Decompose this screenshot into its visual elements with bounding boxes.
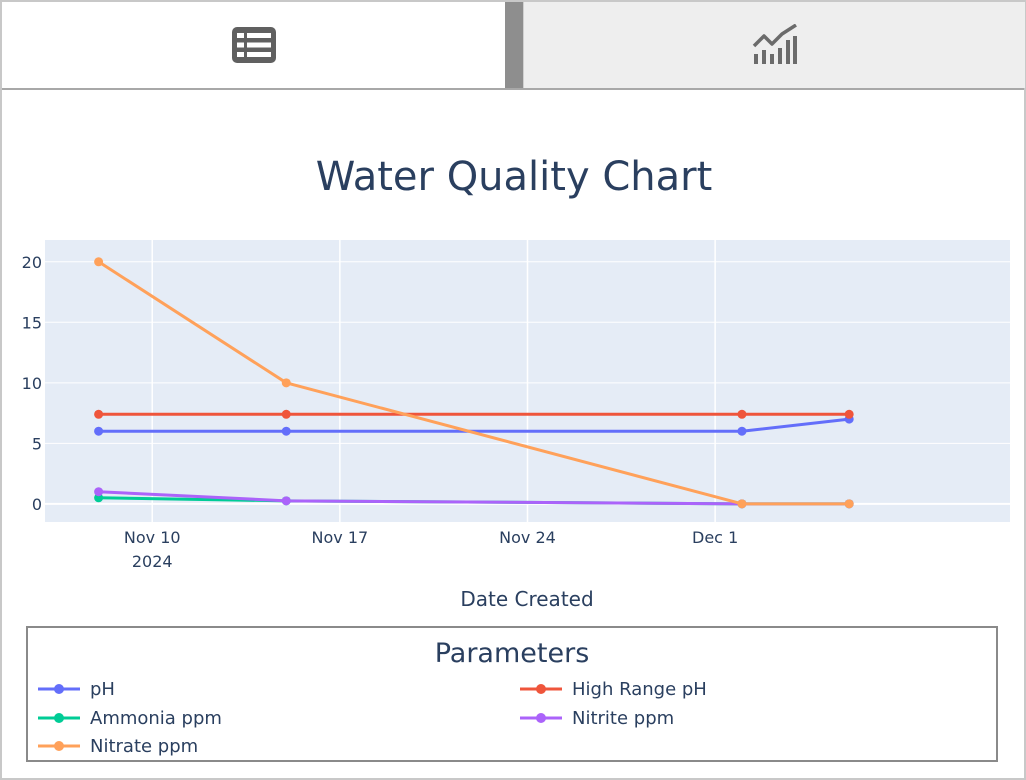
- table-icon: [231, 27, 276, 63]
- legend-title: Parameters: [434, 638, 590, 669]
- data-point-high-range-ph[interactable]: [281, 409, 291, 419]
- legend-swatch: [38, 713, 80, 723]
- tab-divider: [505, 2, 523, 88]
- data-point-ph[interactable]: [94, 426, 104, 436]
- legend-item-ammonia-ppm[interactable]: Ammonia ppm: [36, 705, 222, 731]
- data-point-nitrate-ppm[interactable]: [94, 257, 104, 267]
- x-axis-title: Date Created: [460, 587, 593, 611]
- chart-view-tab[interactable]: [523, 2, 1025, 88]
- data-point-nitrite-ppm[interactable]: [94, 487, 104, 497]
- water-quality-chart: Water Quality Chart 0 5 10 15 20 Nov 10 2024 No…: [22, 154, 1010, 611]
- legend-item-high-range-ph[interactable]: High Range pH: [518, 676, 707, 702]
- y-tick-label: 15: [22, 313, 42, 332]
- data-point-nitrate-ppm[interactable]: [737, 499, 747, 509]
- legend-label: High Range pH: [572, 678, 707, 700]
- data-point-nitrate-ppm[interactable]: [281, 378, 291, 388]
- legend-label: pH: [90, 678, 115, 700]
- app-frame: Water Quality Chart 0 5 10 15 20 Nov 10 2024 No…: [0, 0, 1026, 780]
- y-tick-label: 20: [22, 253, 42, 272]
- y-tick-label: 5: [32, 434, 42, 453]
- legend: Parameters pH High Range pH Ammonia ppm Nit…: [26, 626, 998, 762]
- table-view-tab[interactable]: [2, 2, 505, 88]
- legend-label: Nitrite ppm: [572, 707, 675, 729]
- legend-item-ph[interactable]: pH: [36, 676, 115, 702]
- y-tick-label: 0: [32, 495, 42, 514]
- data-point-ph[interactable]: [281, 426, 291, 436]
- legend-swatch: [38, 741, 80, 751]
- chart-title: Water Quality Chart: [316, 154, 713, 200]
- legend-label: Ammonia ppm: [90, 707, 222, 729]
- data-point-nitrate-ppm[interactable]: [844, 499, 854, 509]
- y-tick-label: 10: [22, 374, 42, 393]
- legend-label: Nitrate ppm: [90, 735, 199, 757]
- legend-swatch: [38, 684, 80, 694]
- x-tick-label: Nov 24: [499, 528, 556, 547]
- chart-panel: Water Quality Chart 0 5 10 15 20 Nov 10 2024 No…: [2, 90, 1024, 778]
- data-point-high-range-ph[interactable]: [94, 409, 104, 419]
- line-chart-icon: [752, 24, 797, 64]
- data-point-nitrite-ppm[interactable]: [281, 496, 291, 506]
- legend-item-nitrate-ppm[interactable]: Nitrate ppm: [36, 733, 198, 759]
- data-point-high-range-ph[interactable]: [737, 409, 747, 419]
- legend-item-nitrite-ppm[interactable]: Nitrite ppm: [518, 705, 674, 731]
- legend-swatch: [520, 713, 562, 723]
- x-tick-year-label: 2024: [132, 552, 173, 571]
- x-tick-label: Nov 17: [312, 528, 369, 547]
- legend-swatch: [520, 684, 562, 694]
- data-point-high-range-ph[interactable]: [844, 409, 854, 419]
- x-tick-label: Nov 10: [124, 528, 181, 547]
- view-tab-bar: [2, 2, 1025, 90]
- data-point-ph[interactable]: [737, 426, 747, 436]
- x-tick-label: Dec 1: [692, 528, 738, 547]
